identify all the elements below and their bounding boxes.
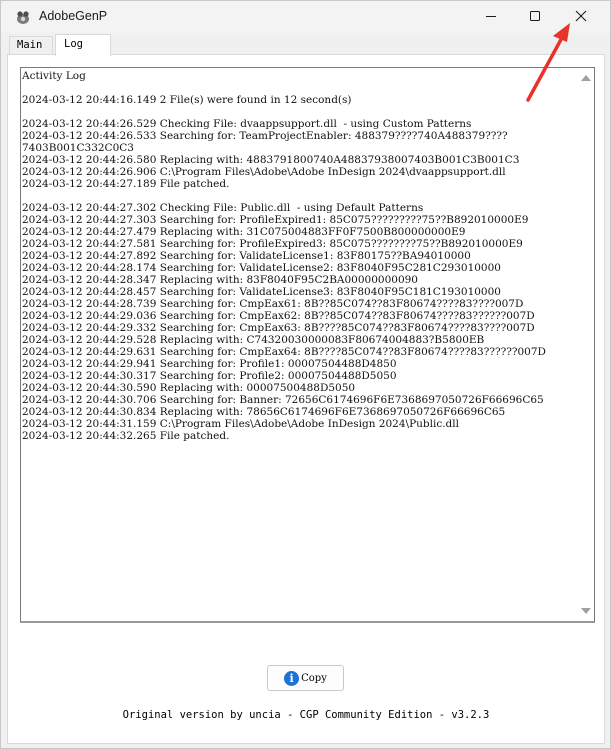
tab-main[interactable]: Main xyxy=(9,36,53,54)
activity-log-textbox[interactable]: Activity Log 2024-03-12 20:44:16.149 2 F… xyxy=(20,67,595,623)
close-button[interactable] xyxy=(558,1,604,31)
app-window: AdobeGenP Main Log Activity Log 2024-03-… xyxy=(0,0,611,749)
scroll-up-arrow-icon[interactable] xyxy=(581,75,591,81)
app-icon xyxy=(17,11,29,24)
copy-button[interactable]: i Copy xyxy=(267,665,344,691)
vertical-scrollbar[interactable] xyxy=(577,68,594,621)
tab-log[interactable]: Log xyxy=(55,34,111,56)
log-tab-panel: Activity Log 2024-03-12 20:44:16.149 2 F… xyxy=(7,54,605,744)
activity-log-text: Activity Log 2024-03-12 20:44:16.149 2 F… xyxy=(22,70,546,442)
scroll-down-arrow-icon[interactable] xyxy=(581,608,591,614)
minimize-icon xyxy=(486,16,496,17)
info-icon: i xyxy=(284,670,300,686)
maximize-icon xyxy=(530,11,540,21)
copy-button-label: Copy xyxy=(301,672,327,684)
minimize-button[interactable] xyxy=(468,1,514,31)
close-icon xyxy=(575,10,587,22)
title-bar[interactable]: AdobeGenP xyxy=(1,1,610,33)
footer-credits: Original version by uncia - CGP Communit… xyxy=(122,709,490,721)
maximize-button[interactable] xyxy=(512,1,558,31)
window-title: AdobeGenP xyxy=(39,9,108,23)
